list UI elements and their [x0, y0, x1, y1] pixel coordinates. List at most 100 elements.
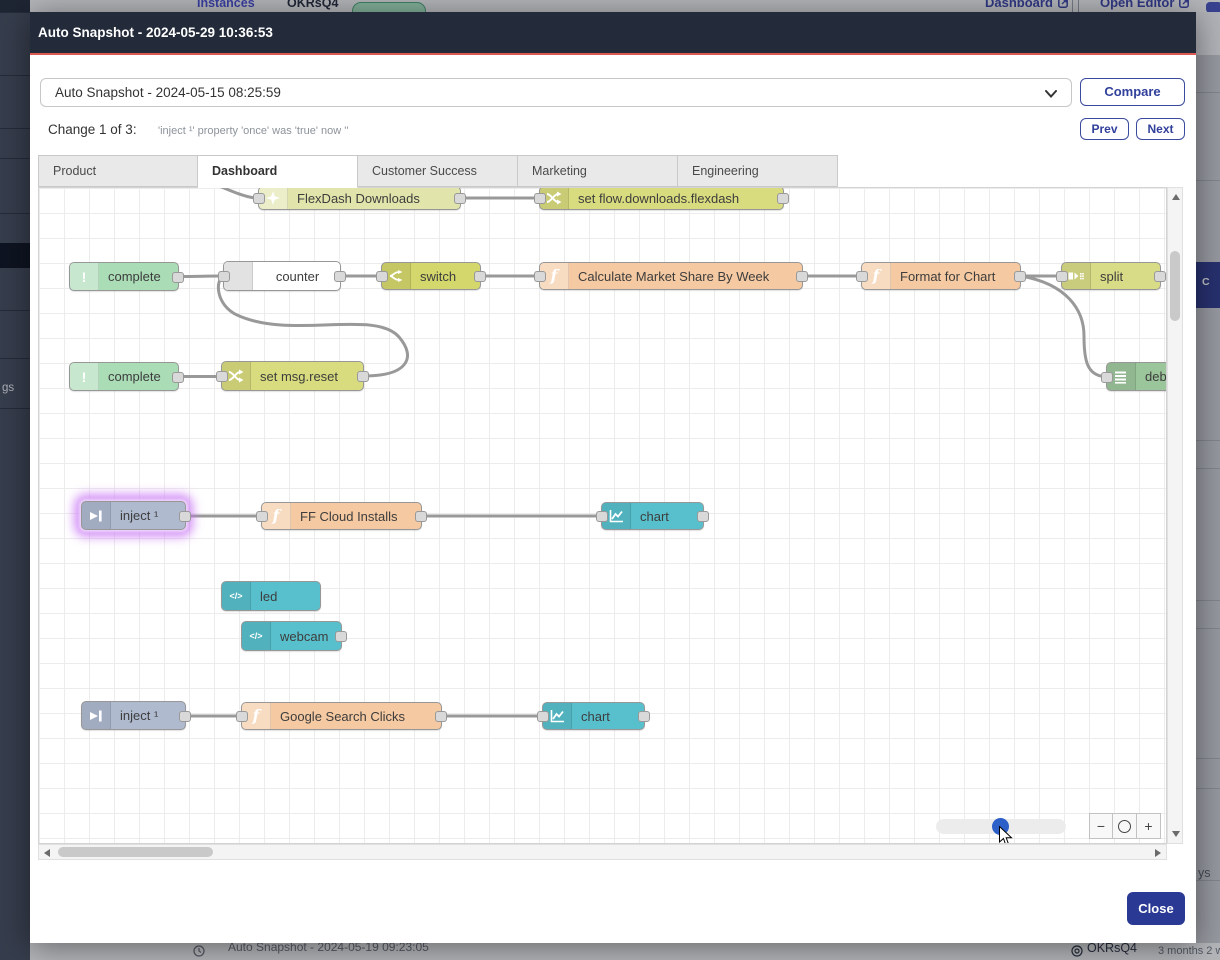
target-icon	[1071, 945, 1083, 957]
scroll-down-arrow[interactable]	[1172, 831, 1180, 837]
background-text-fragment: ys	[1198, 866, 1211, 880]
node-label: switch	[411, 263, 480, 289]
flow-node-flexdash-downloads[interactable]: FlexDash Downloads	[258, 187, 461, 210]
node-output-port[interactable]	[357, 371, 369, 382]
node-input-port[interactable]	[236, 711, 248, 722]
node-output-port[interactable]	[335, 631, 347, 642]
vertical-scroll-thumb[interactable]	[1170, 251, 1180, 321]
flow-node-debug[interactable]: debug	[1106, 362, 1167, 391]
breadcrumb-instances[interactable]: Instances	[197, 0, 255, 10]
flow-node-counter[interactable]: counter	[223, 261, 341, 291]
node-output-port[interactable]	[697, 511, 709, 522]
node-input-port[interactable]	[256, 511, 268, 522]
vertical-scrollbar[interactable]	[1167, 187, 1183, 844]
template-icon: </>	[242, 622, 271, 650]
compare-button[interactable]: Compare	[1080, 78, 1185, 106]
sidebar-active-item[interactable]	[0, 243, 30, 268]
inject-icon	[82, 502, 111, 529]
node-output-port[interactable]	[334, 271, 346, 282]
node-input-port[interactable]	[1056, 271, 1068, 282]
scroll-right-arrow[interactable]	[1155, 849, 1161, 857]
background-right-panel: C	[1196, 55, 1220, 943]
node-input-port[interactable]	[596, 511, 608, 522]
flow-tabbar: ProductDashboardCustomer SuccessMarketin…	[38, 155, 838, 187]
node-label: complete	[99, 363, 178, 390]
zoom-slider[interactable]	[936, 819, 1066, 834]
node-input-port[interactable]	[1101, 372, 1113, 383]
change-description: 'inject ¹' property 'once' was 'true' no…	[158, 125, 758, 137]
dashboard-link[interactable]: Dashboard	[985, 0, 1068, 10]
topbar-corner-button[interactable]	[1206, 2, 1220, 12]
node-input-port[interactable]	[218, 271, 230, 282]
sidebar-item-label-fragment[interactable]: gs	[2, 382, 14, 394]
node-output-port[interactable]	[179, 711, 191, 722]
flow-node-led[interactable]: </>led	[221, 581, 321, 611]
zoom-controls: − +	[1089, 813, 1161, 839]
node-output-port[interactable]	[1154, 271, 1166, 282]
tab-product[interactable]: Product	[38, 155, 198, 187]
flow-node-complete-2[interactable]: !complete	[69, 362, 179, 391]
background-panel-header: C	[1196, 262, 1220, 308]
node-input-port[interactable]	[534, 271, 546, 282]
node-output-port[interactable]	[179, 511, 191, 522]
flow-node-complete-1[interactable]: !complete	[69, 262, 179, 291]
scroll-up-arrow[interactable]	[1172, 194, 1180, 200]
tab-dashboard[interactable]: Dashboard	[198, 155, 358, 188]
next-button[interactable]: Next	[1136, 118, 1185, 140]
flow-node-inject-2[interactable]: inject ¹	[81, 701, 186, 730]
flow-node-webcam[interactable]: </>webcam	[241, 621, 342, 651]
close-button[interactable]: Close	[1127, 892, 1185, 925]
flow-node-format-for-chart[interactable]: fFormat for Chart	[861, 262, 1021, 290]
scroll-left-arrow[interactable]	[44, 849, 50, 857]
tab-marketing[interactable]: Marketing	[518, 155, 678, 187]
exclaim-icon: !	[70, 263, 99, 290]
node-output-port[interactable]	[1014, 271, 1026, 282]
flow-node-switch[interactable]: switch	[381, 262, 481, 290]
snapshot-select[interactable]: Auto Snapshot - 2024-05-15 08:25:59	[40, 78, 1072, 107]
node-input-port[interactable]	[534, 193, 546, 204]
breadcrumb-project[interactable]: OKRsQ4	[287, 0, 338, 10]
tab-engineering[interactable]: Engineering	[678, 155, 838, 187]
node-label: complete	[99, 263, 178, 290]
horizontal-scrollbar[interactable]	[38, 844, 1167, 860]
node-label: FlexDash Downloads	[288, 187, 460, 209]
zoom-in-button[interactable]: +	[1137, 813, 1161, 839]
flow-canvas[interactable]: FlexDash Downloads set flow.downloads.fle…	[38, 187, 1167, 844]
node-output-port[interactable]	[435, 711, 447, 722]
zoom-reset-button[interactable]	[1113, 813, 1137, 839]
node-output-port[interactable]	[415, 511, 427, 522]
node-output-port[interactable]	[796, 271, 808, 282]
tab-customer-success[interactable]: Customer Success	[358, 155, 518, 187]
node-output-port[interactable]	[638, 711, 650, 722]
horizontal-scroll-thumb[interactable]	[58, 847, 213, 857]
node-output-port[interactable]	[777, 193, 789, 204]
node-output-port[interactable]	[454, 193, 466, 204]
node-input-port[interactable]	[253, 193, 265, 204]
chevron-down-icon	[1045, 90, 1057, 98]
node-output-port[interactable]	[474, 271, 486, 282]
node-output-port[interactable]	[172, 272, 184, 283]
open-editor-link[interactable]: Open Editor	[1100, 0, 1189, 10]
wire	[1021, 276, 1104, 377]
flow-node-inject-1[interactable]: inject ¹	[81, 501, 186, 530]
node-input-port[interactable]	[537, 711, 549, 722]
flow-node-ff-cloud-installs[interactable]: fFF Cloud Installs	[261, 502, 422, 530]
flow-node-set-flow-downloads-flexdash[interactable]: set flow.downloads.flexdash	[539, 187, 784, 210]
flow-node-chart-2[interactable]: chart	[542, 702, 645, 730]
flow-node-calculate-market-share[interactable]: fCalculate Market Share By Week	[539, 262, 803, 290]
flow-node-split[interactable]: split	[1061, 262, 1161, 290]
node-label: inject ¹	[111, 502, 185, 529]
prev-button[interactable]: Prev	[1080, 118, 1129, 140]
zoom-slider-thumb[interactable]	[992, 818, 1009, 835]
node-input-port[interactable]	[376, 271, 388, 282]
flow-node-google-search-clicks[interactable]: fGoogle Search Clicks	[241, 702, 442, 730]
sidebar-top-block	[0, 0, 30, 12]
node-input-port[interactable]	[856, 271, 868, 282]
flow-node-set-msg-reset[interactable]: set msg.reset	[221, 361, 364, 391]
node-label: Google Search Clicks	[271, 703, 441, 729]
zoom-out-button[interactable]: −	[1089, 813, 1113, 839]
node-input-port[interactable]	[216, 371, 228, 382]
node-output-port[interactable]	[172, 372, 184, 383]
node-label: split	[1091, 263, 1160, 289]
flow-node-chart-1[interactable]: chart	[601, 502, 704, 530]
